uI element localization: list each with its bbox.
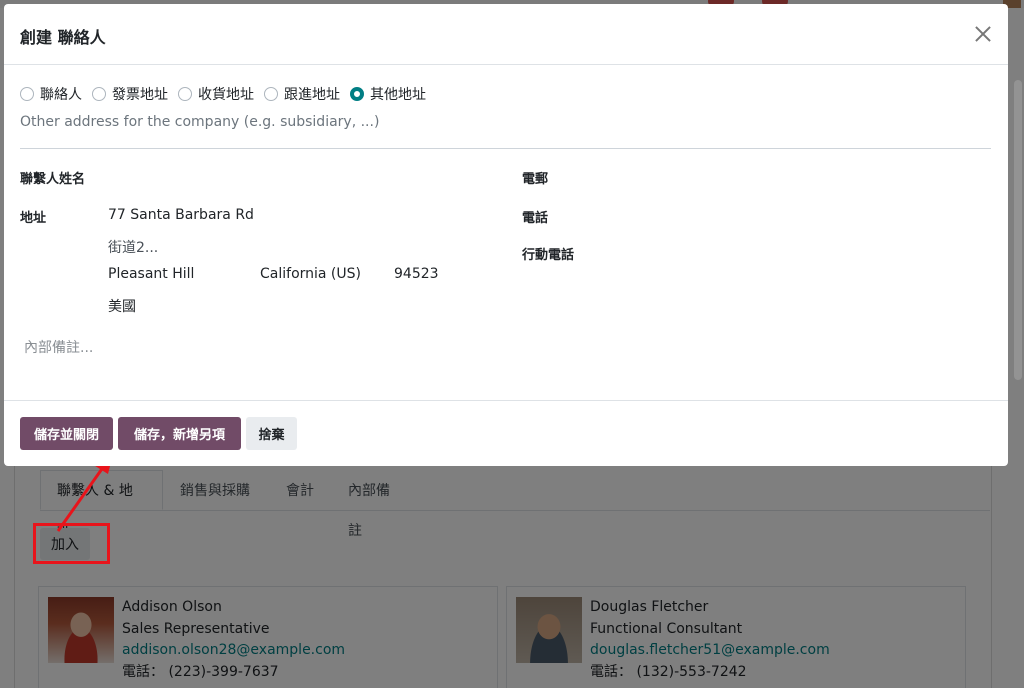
radio-circle-icon[interactable] bbox=[264, 87, 278, 101]
state-field[interactable]: California (US) bbox=[260, 266, 361, 282]
radio-circle-icon[interactable] bbox=[178, 87, 192, 101]
phone-label: 電話 bbox=[522, 211, 549, 226]
radio-invoice-address[interactable]: 發票地址 bbox=[92, 84, 168, 104]
address-label: 地址 bbox=[20, 211, 47, 226]
divider bbox=[20, 148, 991, 149]
address-type-hint: Other address for the company (e.g. subs… bbox=[20, 114, 380, 130]
radio-contact[interactable]: 聯絡人 bbox=[20, 84, 82, 104]
address-type-radio-group: 聯絡人 發票地址 收貨地址 跟進地址 其他地址 bbox=[20, 84, 426, 104]
radio-label: 跟進地址 bbox=[284, 87, 340, 103]
dialog-footer: 儲存並關閉 儲存，新增另項 捨棄 bbox=[4, 400, 1008, 466]
radio-circle-icon[interactable] bbox=[92, 87, 106, 101]
mobile-label: 行動電話 bbox=[522, 248, 575, 263]
radio-checked-icon[interactable] bbox=[350, 87, 364, 101]
create-contact-dialog: 創建 聯絡人 聯絡人 發票地址 收貨地址 跟進地址 其他地址 Other add… bbox=[4, 4, 1008, 466]
street-field[interactable]: 77 Santa Barbara Rd bbox=[108, 207, 254, 223]
close-icon[interactable] bbox=[972, 23, 994, 45]
city-field[interactable]: Pleasant Hill bbox=[108, 266, 194, 282]
radio-label: 其他地址 bbox=[370, 87, 426, 103]
annotation-highlight-box bbox=[33, 523, 110, 564]
dialog-title: 創建 聯絡人 bbox=[20, 28, 106, 47]
country-field[interactable]: 美國 bbox=[108, 296, 136, 316]
zip-field[interactable]: 94523 bbox=[394, 266, 439, 282]
radio-followup-address[interactable]: 跟進地址 bbox=[264, 84, 340, 104]
dialog-header: 創建 聯絡人 bbox=[4, 4, 1008, 65]
save-new-button[interactable]: 儲存，新增另項 bbox=[118, 417, 241, 450]
page-scrollbar[interactable] bbox=[1014, 80, 1022, 380]
radio-label: 發票地址 bbox=[112, 87, 168, 103]
radio-label: 聯絡人 bbox=[40, 87, 82, 103]
radio-delivery-address[interactable]: 收貨地址 bbox=[178, 84, 254, 104]
radio-circle-icon[interactable] bbox=[20, 87, 34, 101]
email-label: 電郵 bbox=[522, 172, 549, 187]
radio-label: 收貨地址 bbox=[198, 87, 254, 103]
save-close-button[interactable]: 儲存並關閉 bbox=[20, 417, 113, 450]
street2-field[interactable]: 街道2... bbox=[108, 237, 158, 257]
discard-button[interactable]: 捨棄 bbox=[246, 417, 297, 450]
internal-notes-field[interactable]: 內部備註... bbox=[24, 337, 93, 357]
contact-name-label: 聯繫人姓名 bbox=[20, 172, 86, 187]
radio-other-address[interactable]: 其他地址 bbox=[350, 84, 426, 104]
